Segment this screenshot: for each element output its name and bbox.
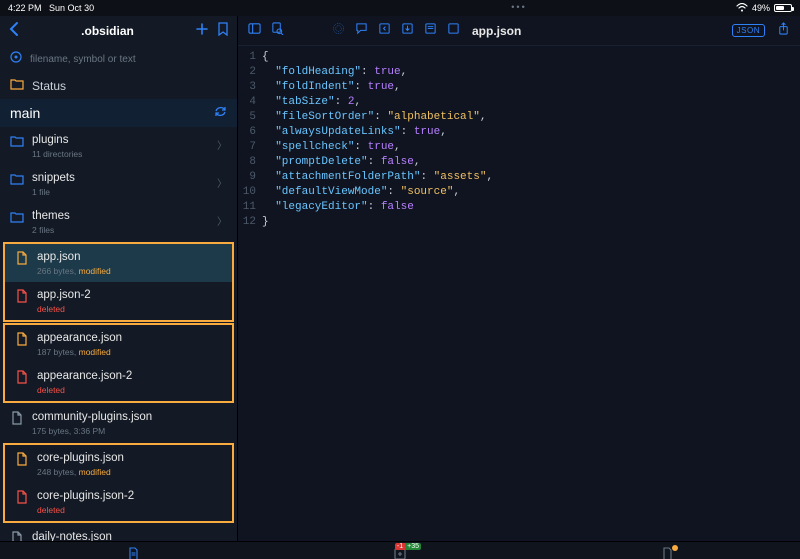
status-folder-icon [10,78,24,93]
sidebar-header: .obsidian [0,16,237,46]
search-in-file-icon[interactable] [271,22,284,40]
file-meta: 187 bytes, modified [37,347,122,357]
file-item[interactable]: core-plugins.json 248 bytes, modified [5,445,232,483]
highlight-group: app.json 266 bytes, modified app.json-2 de… [3,242,234,322]
changes-badge: -1+35 [395,543,421,550]
file-item[interactable]: app.json-2 deleted [5,282,232,320]
tab-status[interactable]: Status [533,542,800,559]
branch-name: main [10,105,40,121]
code-icon[interactable] [424,22,437,40]
file-meta: 1 file [32,187,75,197]
file-name: appearance.json-2 [37,369,132,383]
undo-icon[interactable] [378,22,391,40]
file-name: themes [32,209,70,223]
file-del-icon [15,489,29,509]
wifi-icon [736,3,748,14]
file-mod-icon [15,331,29,351]
file-tree[interactable]: plugins 11 directories 〉 snippets 1 file 〉 t… [0,127,237,541]
status-icon [660,547,674,559]
file-meta: deleted [37,385,132,395]
tab-content[interactable]: Content [0,542,267,559]
status-row[interactable]: Status [0,72,237,99]
back-button[interactable] [8,21,20,42]
file-name: daily-notes.json [32,530,112,541]
download-icon[interactable] [401,22,414,40]
drag-handle-icon[interactable]: ••• [511,2,526,12]
code-content[interactable]: { "foldHeading": true, "foldIndent": tru… [262,50,800,541]
file-name: app.json-2 [37,288,91,302]
file-item[interactable]: app.json 266 bytes, modified [5,244,232,282]
folder-icon [10,209,24,229]
search-row [0,46,237,72]
file-item[interactable]: daily-notes.json102 bytes, 3:36 PM [0,524,237,541]
content-icon [126,547,140,559]
file-icon [10,410,24,430]
file-name: core-plugins.json [37,451,124,465]
status-dot-badge [672,545,678,551]
file-item[interactable]: appearance.json-2 deleted [5,363,232,401]
highlight-group: appearance.json 187 bytes, modified appea… [3,323,234,403]
branch-row[interactable]: main [0,99,237,127]
file-meta: 2 files [32,225,70,235]
search-input[interactable] [30,54,227,65]
file-meta: deleted [37,505,134,515]
tab-changes[interactable]: -1+35 Changes [267,542,534,559]
file-item[interactable]: themes 2 files 〉 [0,203,237,241]
file-meta: deleted [37,304,91,314]
status-date: Sun Oct 30 [49,3,94,13]
comment-icon[interactable] [355,22,368,40]
file-name: app.json [37,250,111,264]
file-name: plugins [32,133,82,147]
chevron-right-icon: 〉 [217,213,227,228]
folder-icon [10,133,24,153]
editor-filename: app.json [472,24,521,38]
file-name: snippets [32,171,75,185]
file-mod-icon [15,250,29,270]
file-meta: 266 bytes, modified [37,266,111,276]
file-name: core-plugins.json-2 [37,489,134,503]
sync-icon[interactable] [214,105,227,121]
file-mod-icon [15,451,29,471]
chevron-right-icon: 〉 [217,137,227,152]
code-area[interactable]: 1 2 3 4 5 6 7 8 9 10 11 12 { "foldHeadin… [238,46,800,541]
file-del-icon [15,288,29,308]
sidebar: .obsidian Status main [0,16,238,541]
share-icon[interactable] [777,22,790,40]
file-meta: 175 bytes, 3:36 PM [32,426,152,436]
status-label: Status [32,79,66,93]
file-name: appearance.json [37,331,122,345]
battery-icon [774,4,792,12]
bookmark-icon[interactable] [217,22,229,41]
sidebar-title: .obsidian [28,24,187,38]
bottom-tab-bar: Content -1+35 Changes Status [0,541,800,559]
sidebar-toggle-icon[interactable] [248,22,261,40]
preview-icon[interactable] [447,22,460,40]
status-time: 4:22 PM [8,3,42,13]
file-name: community-plugins.json [32,410,152,424]
file-item[interactable]: plugins 11 directories 〉 [0,127,237,165]
file-del-icon [15,369,29,389]
line-gutter: 1 2 3 4 5 6 7 8 9 10 11 12 [238,50,262,541]
highlight-group: core-plugins.json 248 bytes, modified cor… [3,443,234,523]
filter-icon[interactable] [10,50,22,68]
add-button[interactable] [195,22,209,41]
editor-pane: ••• app.json JSON 1 2 3 4 5 6 7 8 9 10 1… [238,16,800,541]
ai-icon[interactable] [332,22,345,40]
chevron-right-icon: 〉 [217,175,227,190]
file-icon [10,530,24,541]
battery-percent: 49% [752,3,770,13]
file-item[interactable]: core-plugins.json-2 deleted [5,483,232,521]
file-meta: 11 directories [32,149,82,159]
file-item[interactable]: community-plugins.json 175 bytes, 3:36 PM [0,404,237,442]
file-meta: 248 bytes, modified [37,467,124,477]
file-item[interactable]: appearance.json 187 bytes, modified [5,325,232,363]
folder-icon [10,171,24,191]
ios-status-bar: 4:22 PM Sun Oct 30 49% [0,0,800,16]
editor-toolbar: ••• app.json JSON [238,16,800,46]
changes-icon: -1+35 [393,547,407,559]
file-item[interactable]: snippets 1 file 〉 [0,165,237,203]
syntax-badge[interactable]: JSON [732,24,765,37]
